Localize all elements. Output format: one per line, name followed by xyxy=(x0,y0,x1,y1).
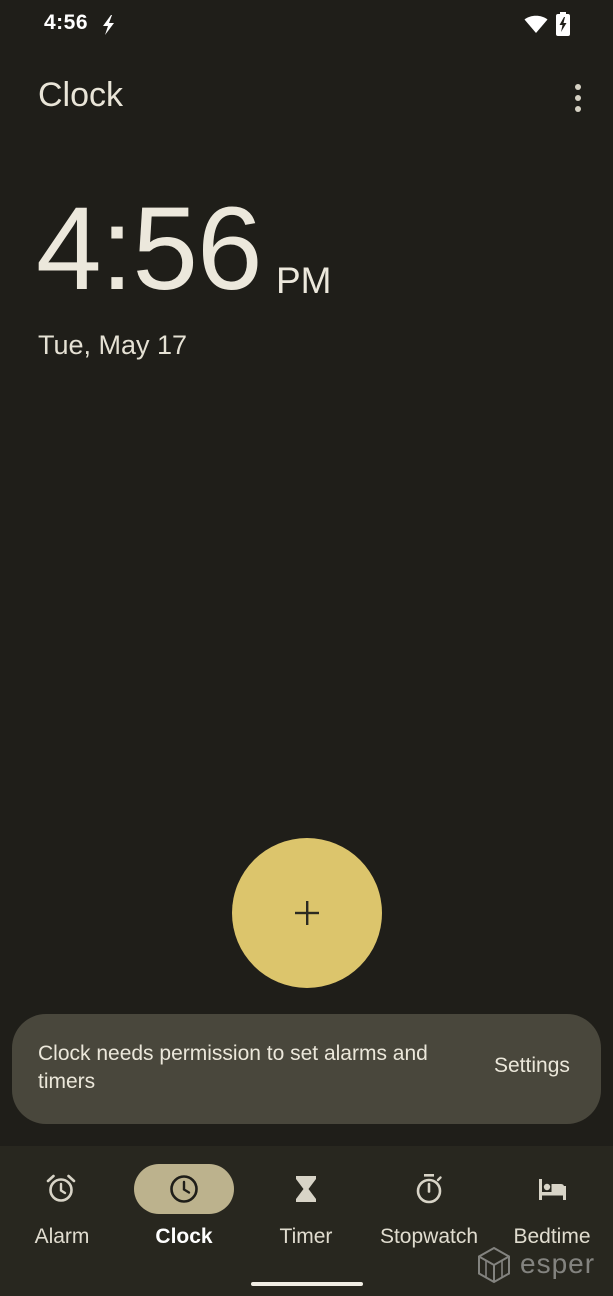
home-indicator[interactable] xyxy=(251,1282,363,1286)
more-options-button[interactable] xyxy=(560,80,596,116)
nav-item-timer[interactable]: Timer xyxy=(244,1164,366,1264)
battery-charging-icon xyxy=(556,12,570,36)
settings-button[interactable]: Settings xyxy=(494,1054,570,1078)
nav-item-clock[interactable]: Clock xyxy=(122,1164,244,1264)
nav-item-stopwatch[interactable]: Stopwatch xyxy=(367,1164,489,1264)
current-time: 4:56 xyxy=(36,183,263,315)
am-pm-indicator: PM xyxy=(276,260,332,301)
stopwatch-icon xyxy=(416,1174,442,1204)
hourglass-icon xyxy=(296,1176,316,1202)
permission-snackbar: Clock needs permission to set alarms and… xyxy=(12,1014,601,1124)
more-vert-icon-dot xyxy=(575,95,581,101)
esper-logo-icon xyxy=(478,1246,510,1284)
add-city-button[interactable] xyxy=(232,838,382,988)
charging-bolt-icon xyxy=(103,15,114,35)
esper-watermark: esper xyxy=(476,1244,606,1286)
status-time: 4:56 xyxy=(44,11,89,34)
clock-icon xyxy=(170,1175,198,1203)
app-title: Clock xyxy=(38,76,124,114)
alarm-icon xyxy=(46,1174,76,1202)
more-vert-icon xyxy=(575,84,581,90)
nav-item-alarm[interactable]: Alarm xyxy=(0,1164,122,1264)
more-vert-icon-dot xyxy=(575,106,581,112)
status-bar: 4:56 xyxy=(0,0,613,50)
snackbar-message: Clock needs permission to set alarms and… xyxy=(38,1042,428,1093)
current-date: Tue, May 17 xyxy=(38,330,188,360)
wifi-icon xyxy=(524,15,548,33)
watermark-text: esper xyxy=(520,1248,596,1279)
plus-icon xyxy=(295,901,319,925)
clock-app-screen: 4:56 Clock 4:56 PM Tue, May 17 Clock nee… xyxy=(0,0,613,1296)
bed-icon xyxy=(539,1179,566,1200)
